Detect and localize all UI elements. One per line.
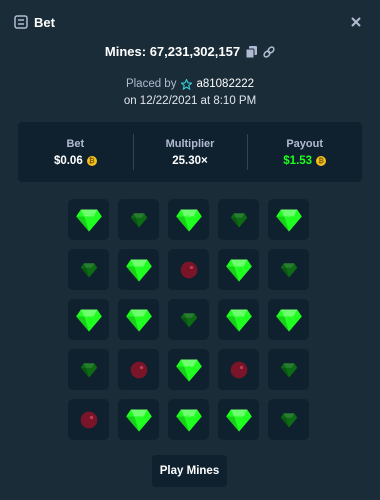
gem-icon: [75, 206, 103, 234]
mines-board: [68, 199, 312, 441]
gem-icon: [275, 306, 303, 334]
payout-label: Payout: [286, 137, 324, 150]
game-id-line: Mines: 67,231,302,157: [0, 44, 380, 59]
stat-multiplier: Multiplier 25.30×: [132, 122, 248, 182]
payout-value-row: $1.53 ₿: [283, 154, 327, 167]
gem-icon: [275, 206, 303, 234]
mine-tile: [218, 199, 259, 240]
gem-icon: [175, 406, 203, 434]
mine-tile: [118, 349, 159, 390]
gem-icon: [180, 311, 198, 329]
mine-tile: [118, 299, 159, 340]
mine-icon: [79, 410, 99, 430]
copy-icon[interactable]: [246, 45, 258, 58]
gem-icon: [175, 206, 203, 234]
bet-value: $0.06: [53, 154, 83, 167]
mine-tile: [68, 299, 109, 340]
bet-value-row: $0.06 ₿: [54, 155, 97, 167]
bet-date: on 12/22/2021 at 8:10 PM: [123, 95, 257, 107]
game-title: Mines: 67,231,302,157: [104, 44, 241, 59]
mine-tile: [68, 399, 109, 440]
gem-icon: [80, 361, 98, 379]
payout-value: $1.53: [283, 154, 313, 167]
modal-header: Bet: [14, 12, 366, 32]
link-icon[interactable]: [263, 45, 275, 58]
mine-tile: [168, 399, 209, 440]
bet-slip-icon: [14, 15, 28, 29]
mine-tile: [168, 299, 209, 340]
placed-by-label: Placed by: [125, 78, 177, 90]
gem-icon: [125, 406, 153, 434]
mine-icon: [179, 260, 199, 280]
mine-tile: [268, 199, 309, 240]
multiplier-label: Multiplier: [165, 137, 215, 150]
bet-stats-panel: Bet $0.06 ₿ Multiplier 25.30× Payout $1.…: [18, 122, 362, 182]
gem-icon: [280, 411, 298, 429]
mine-tile: [68, 349, 109, 390]
mine-tile: [168, 199, 209, 240]
stat-bet: Bet $0.06 ₿: [18, 122, 133, 182]
multiplier-value: 25.30×: [172, 154, 208, 167]
mine-tile: [168, 349, 209, 390]
mine-tile: [218, 399, 259, 440]
gem-icon: [175, 356, 203, 384]
modal-title: Bet: [34, 14, 55, 30]
mine-tile: [118, 199, 159, 240]
gem-icon: [225, 406, 253, 434]
mine-tile: [268, 249, 309, 290]
mine-tile: [68, 249, 109, 290]
star-icon: [181, 78, 193, 90]
gem-icon: [125, 306, 153, 334]
mine-tile: [218, 249, 259, 290]
mine-tile: [268, 349, 309, 390]
mine-tile: [68, 199, 109, 240]
gem-icon: [225, 256, 253, 284]
gem-icon: [80, 261, 98, 279]
mine-tile: [218, 299, 259, 340]
mine-tile: [118, 399, 159, 440]
gem-icon: [75, 306, 103, 334]
gem-icon: [280, 261, 298, 279]
mine-icon: [129, 360, 149, 380]
gem-icon: [125, 256, 153, 284]
mine-tile: [168, 249, 209, 290]
mine-tile: [268, 399, 309, 440]
username-link[interactable]: a81082222: [196, 78, 254, 90]
bet-modal: Bet Mines: 67,231,302,157 Placed by a810…: [0, 0, 380, 500]
gem-icon: [225, 306, 253, 334]
mine-tile: [268, 299, 309, 340]
gem-icon: [130, 211, 148, 229]
mine-icon: [229, 360, 249, 380]
play-mines-button[interactable]: Play Mines: [152, 455, 227, 487]
close-icon[interactable]: [346, 12, 366, 32]
mine-tile: [118, 249, 159, 290]
mine-tile: [218, 349, 259, 390]
bet-label: Bet: [66, 137, 85, 150]
gem-icon: [230, 211, 248, 229]
coin-icon: ₿: [86, 155, 97, 166]
coin-icon: ₿: [316, 155, 327, 166]
placed-by-line: Placed by a81082222: [0, 78, 380, 90]
stat-payout: Payout $1.53 ₿: [247, 122, 362, 182]
gem-icon: [280, 361, 298, 379]
